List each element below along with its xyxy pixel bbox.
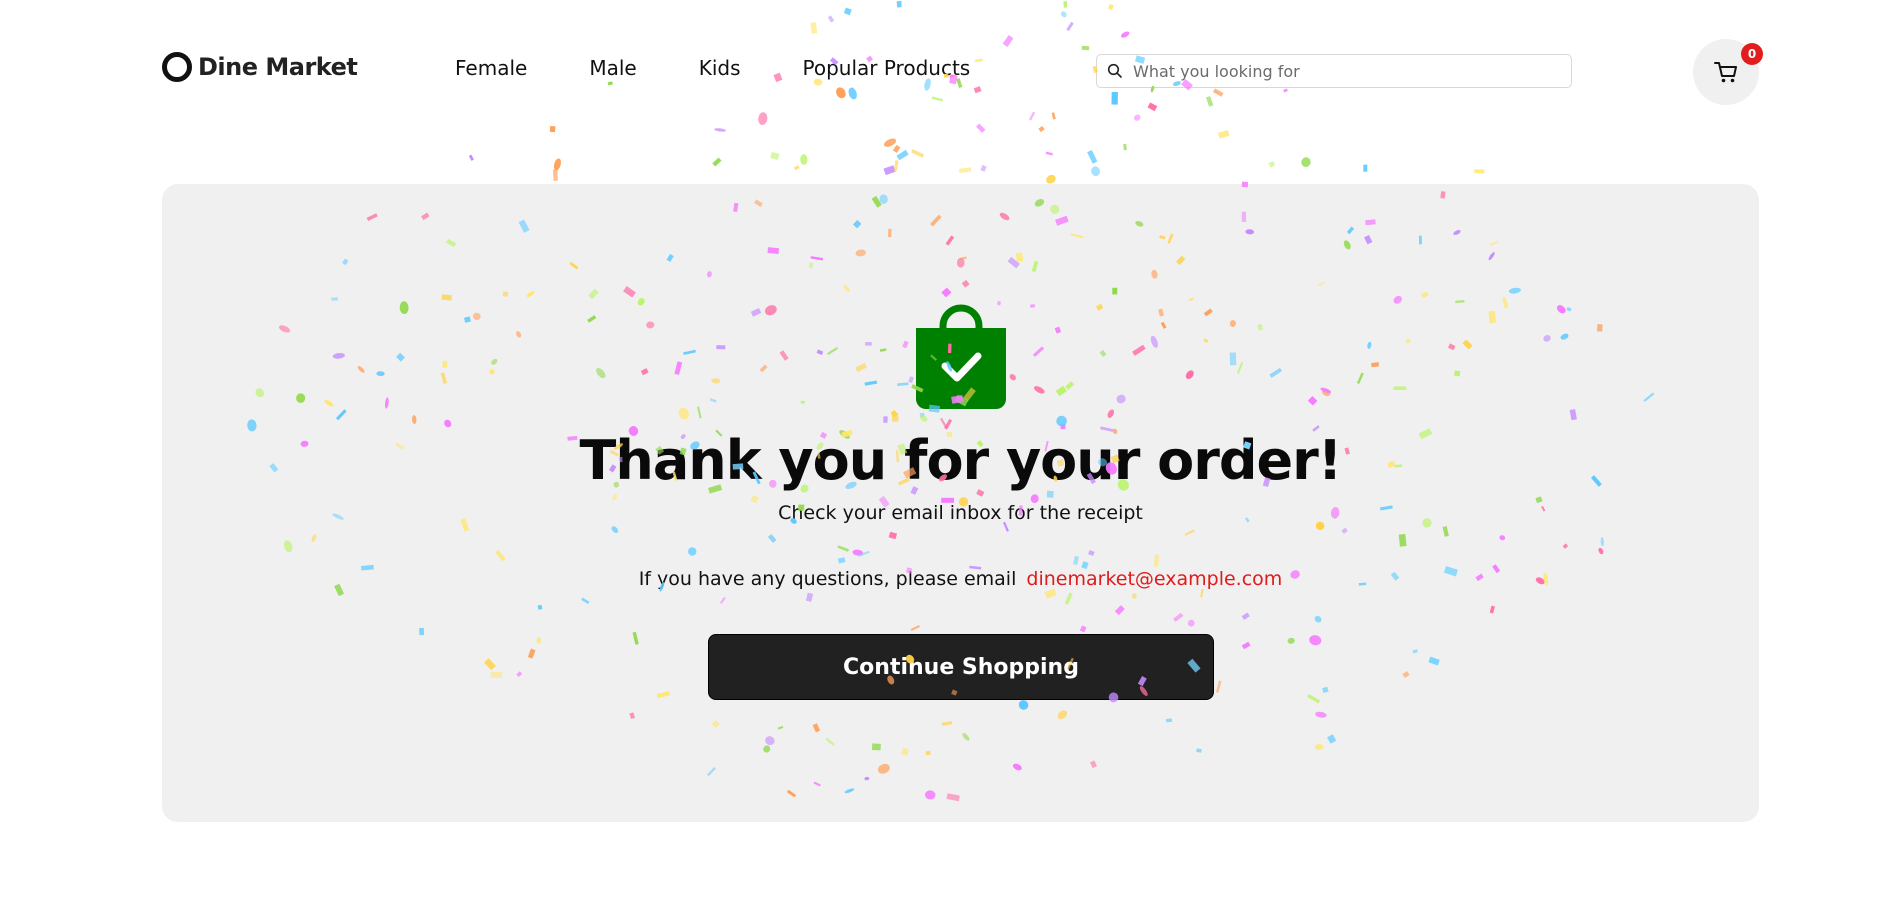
nav-item-female[interactable]: Female xyxy=(455,56,527,80)
confetti-piece xyxy=(712,157,722,167)
nav-item-kids[interactable]: Kids xyxy=(699,56,741,80)
cart-count-badge: 0 xyxy=(1741,43,1763,65)
cart-icon xyxy=(1714,62,1737,83)
confetti-piece xyxy=(468,154,474,161)
confetti-piece xyxy=(793,165,800,171)
nav-item-male[interactable]: Male xyxy=(589,56,636,80)
search-box[interactable] xyxy=(1096,54,1572,88)
confetti-piece xyxy=(911,149,925,158)
shopping-bag-check-icon xyxy=(916,304,1006,409)
receipt-notice: Check your email inbox for the receipt xyxy=(778,502,1143,524)
cart-button[interactable]: 0 xyxy=(1693,39,1763,105)
support-email-link[interactable]: dinemarket@example.com xyxy=(1026,568,1282,590)
confetti-piece xyxy=(770,151,780,160)
confetti-piece xyxy=(980,164,987,172)
confetti-piece xyxy=(958,167,972,174)
logo-ring-icon xyxy=(162,52,192,82)
order-confirmation-card: Thank you for your order! Check your ema… xyxy=(162,184,1759,822)
search-icon xyxy=(1107,63,1122,78)
confetti-piece xyxy=(553,158,561,171)
logo[interactable]: Dine Market xyxy=(162,52,358,82)
brand-name: Dine Market xyxy=(198,53,358,81)
confetti-piece xyxy=(896,149,909,161)
continue-shopping-button[interactable]: Continue Shopping xyxy=(708,634,1214,700)
questions-text: If you have any questions, please email xyxy=(638,568,1017,590)
search-input[interactable] xyxy=(1131,60,1555,82)
confetti-piece xyxy=(1474,169,1485,174)
page-title: Thank you for your order! xyxy=(579,429,1343,492)
site-header: Dine Market Female Male Kids Popular Pro… xyxy=(0,0,1897,140)
confetti-piece xyxy=(1123,143,1127,151)
confetti-piece xyxy=(800,154,808,165)
confetti-piece xyxy=(1301,157,1311,167)
confetti-piece xyxy=(892,144,901,153)
confetti-piece xyxy=(1363,164,1368,172)
confetti-piece xyxy=(893,160,899,171)
main-nav: Female Male Kids Popular Products xyxy=(455,56,970,80)
support-text: If you have any questions, please email … xyxy=(162,568,1759,590)
confetti-piece xyxy=(1268,160,1276,168)
confetti-piece xyxy=(1091,166,1100,177)
confetti-piece xyxy=(1087,149,1098,164)
confetti-piece xyxy=(1045,151,1053,156)
confetti-piece xyxy=(883,165,896,176)
confetti-piece xyxy=(552,169,558,181)
nav-item-popular-products[interactable]: Popular Products xyxy=(803,56,971,80)
